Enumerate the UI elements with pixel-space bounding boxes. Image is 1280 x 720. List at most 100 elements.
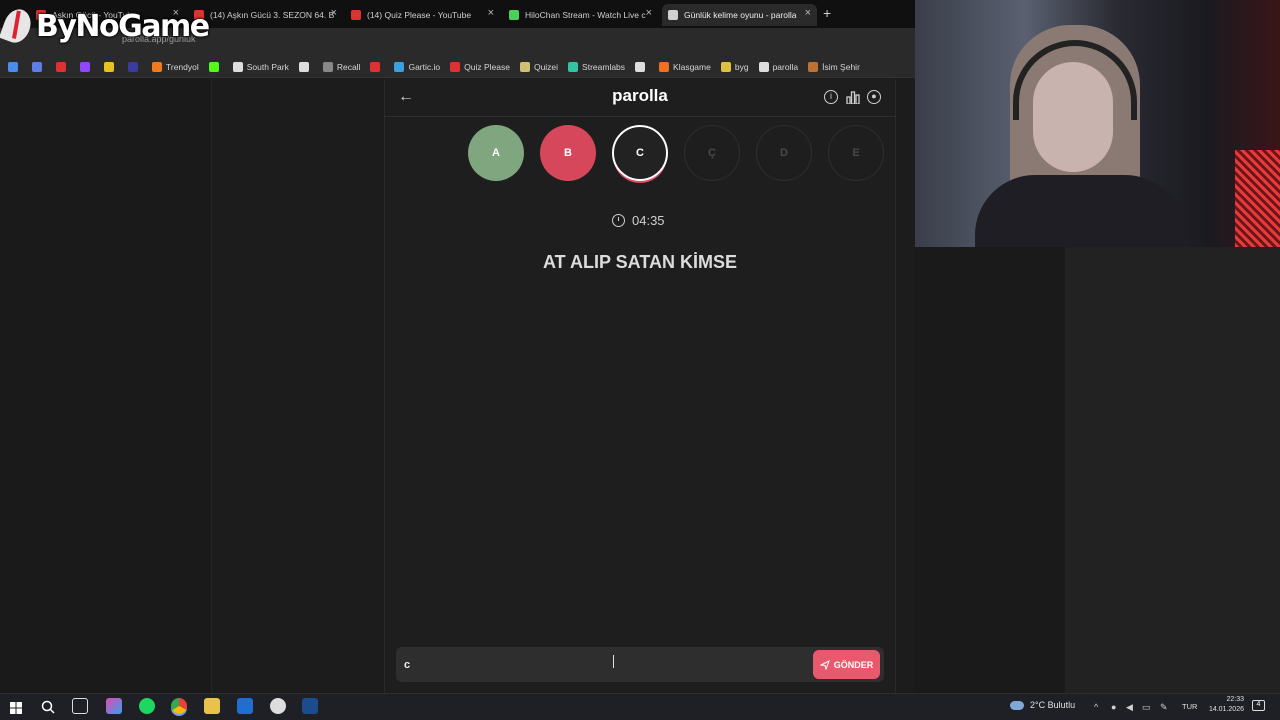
bookmark-label: Recall [336, 61, 361, 72]
bookmark-favicon-icon [128, 61, 138, 72]
outlook-icon[interactable] [237, 698, 253, 714]
taskbar [0, 693, 1280, 720]
tab-title: (14) Aşkın Gücü 3. SEZON 64. B [210, 10, 335, 20]
timer: 04:35 [612, 213, 665, 228]
new-tab-button[interactable]: + [823, 5, 831, 21]
bookmark-item[interactable]: Trendyol [152, 61, 199, 72]
bookmark-item[interactable] [635, 61, 649, 72]
letter-label: C [636, 147, 644, 159]
bookmark-favicon-icon [659, 61, 670, 72]
bookmark-label: Gartic.io [408, 61, 441, 72]
volume-icon[interactable]: ◀ [1126, 702, 1133, 713]
tab-favicon-icon [351, 10, 361, 20]
letter-circle: Ç [684, 125, 740, 181]
tab-close-icon[interactable]: × [331, 7, 337, 19]
tab-close-icon[interactable]: × [488, 7, 494, 19]
clock-date: 14.01.2026 [1208, 706, 1244, 713]
microphone-icon[interactable]: ● [1111, 702, 1116, 712]
info-icon[interactable]: i [824, 90, 838, 104]
bookmark-label: Streamlabs [582, 61, 626, 72]
profile-icon[interactable]: ● [867, 90, 881, 104]
bookmark-item[interactable] [298, 61, 313, 72]
network-icon[interactable]: ▭ [1142, 702, 1151, 713]
steam-icon[interactable] [302, 698, 318, 714]
clock-icon [612, 214, 625, 227]
tab-close-icon[interactable]: × [805, 7, 811, 19]
bookmark-favicon-icon [568, 61, 579, 72]
bookmark-item[interactable]: Quiz Please [450, 61, 510, 72]
bookmark-item[interactable] [208, 61, 223, 72]
bookmark-item[interactable]: South Park [232, 61, 289, 72]
bookmark-item[interactable]: Gartic.io [394, 61, 441, 72]
bookmark-item[interactable] [370, 61, 384, 72]
bookmark-favicon-icon [635, 61, 646, 72]
bookmark-item[interactable] [104, 61, 118, 72]
bookmark-item[interactable] [80, 61, 94, 72]
bookmark-item[interactable]: Recall [322, 61, 361, 72]
system-clock[interactable]: 22:33 14.01.2026 [1204, 695, 1244, 715]
bookmark-label: İsim Şehir [822, 61, 860, 72]
bookmark-item[interactable] [32, 61, 46, 72]
text-cursor [613, 655, 617, 668]
bookmark-item[interactable]: parolla [758, 61, 799, 72]
send-icon [819, 659, 830, 670]
right-background [915, 247, 1065, 693]
browser-tab[interactable]: (14) Quiz Please - YouTube × [345, 4, 500, 26]
bookmark-label: parolla [772, 61, 799, 72]
tab-title: Günlük kelime oyunu - parolla [684, 10, 797, 20]
browser-tab[interactable]: (14) Aşkın Gücü 3. SEZON 64. B × [188, 4, 343, 26]
page-title: parolla [612, 86, 668, 105]
copilot-icon[interactable] [106, 698, 122, 714]
answer-input[interactable] [404, 655, 804, 675]
bookmark-item[interactable]: İsim Şehir [808, 61, 860, 72]
bookmark-favicon-icon [758, 61, 769, 72]
bookmark-favicon-icon [519, 61, 530, 72]
bookmark-item[interactable] [8, 61, 22, 72]
bookmark-favicon-icon [56, 61, 66, 72]
bookmark-favicon-icon [104, 61, 114, 72]
bookmark-label: Trendyol [166, 61, 199, 72]
obs-icon[interactable] [270, 698, 286, 714]
logo-text: ByNoGame [36, 8, 210, 44]
weather-text: 2°C Bulutlu [1030, 700, 1076, 710]
right-background-panel [1065, 247, 1280, 693]
file-explorer-icon[interactable] [204, 698, 220, 714]
browser-tab[interactable]: HiloChan Stream - Watch Live c × [503, 4, 658, 26]
search-icon[interactable] [41, 700, 55, 719]
letter-label: D [780, 147, 788, 159]
bookmark-item[interactable] [128, 61, 142, 72]
bookmark-item[interactable] [56, 61, 70, 72]
letter-circle: E [828, 125, 884, 181]
arrow-left-icon[interactable]: ← [398, 88, 414, 106]
windows-start-icon[interactable] [10, 701, 22, 719]
notification-icon[interactable]: 4 [1252, 700, 1265, 711]
pen-icon[interactable]: ✎ [1160, 702, 1168, 713]
bookmark-item[interactable]: Klasgame [659, 61, 711, 72]
chevron-up-icon[interactable]: ^ [1094, 702, 1098, 712]
chrome-icon[interactable] [171, 698, 187, 714]
letter-label: E [852, 147, 860, 159]
spotify-icon[interactable] [139, 698, 155, 714]
send-button[interactable]: GÖNDER [813, 650, 880, 679]
bookmark-item[interactable]: byg [720, 61, 749, 72]
bookmark-favicon-icon [322, 61, 333, 72]
language-indicator[interactable]: TUR [1182, 702, 1197, 711]
task-view-icon[interactable] [72, 698, 88, 714]
tab-favicon-icon [509, 10, 519, 20]
bookmark-favicon-icon [8, 61, 18, 72]
letter-circle: A [468, 125, 524, 181]
letter-circle: D [756, 125, 812, 181]
browser-tab[interactable]: Günlük kelime oyunu - parolla × [662, 4, 817, 26]
bookmark-favicon-icon [450, 61, 461, 72]
bookmark-favicon-icon [32, 61, 42, 72]
bookmark-favicon-icon [298, 61, 309, 72]
bookmark-item[interactable]: Quizei [519, 61, 559, 72]
bookmark-favicon-icon [232, 61, 243, 72]
tab-favicon-icon [668, 10, 678, 20]
webcam-overlay [915, 0, 1280, 247]
bookmark-label: Quizei [533, 61, 559, 72]
weather-widget[interactable]: 2°C Bulutlu [1010, 700, 1075, 710]
stats-icon[interactable] [846, 91, 860, 105]
tab-close-icon[interactable]: × [646, 7, 652, 19]
bookmark-item[interactable]: Streamlabs [568, 61, 626, 72]
